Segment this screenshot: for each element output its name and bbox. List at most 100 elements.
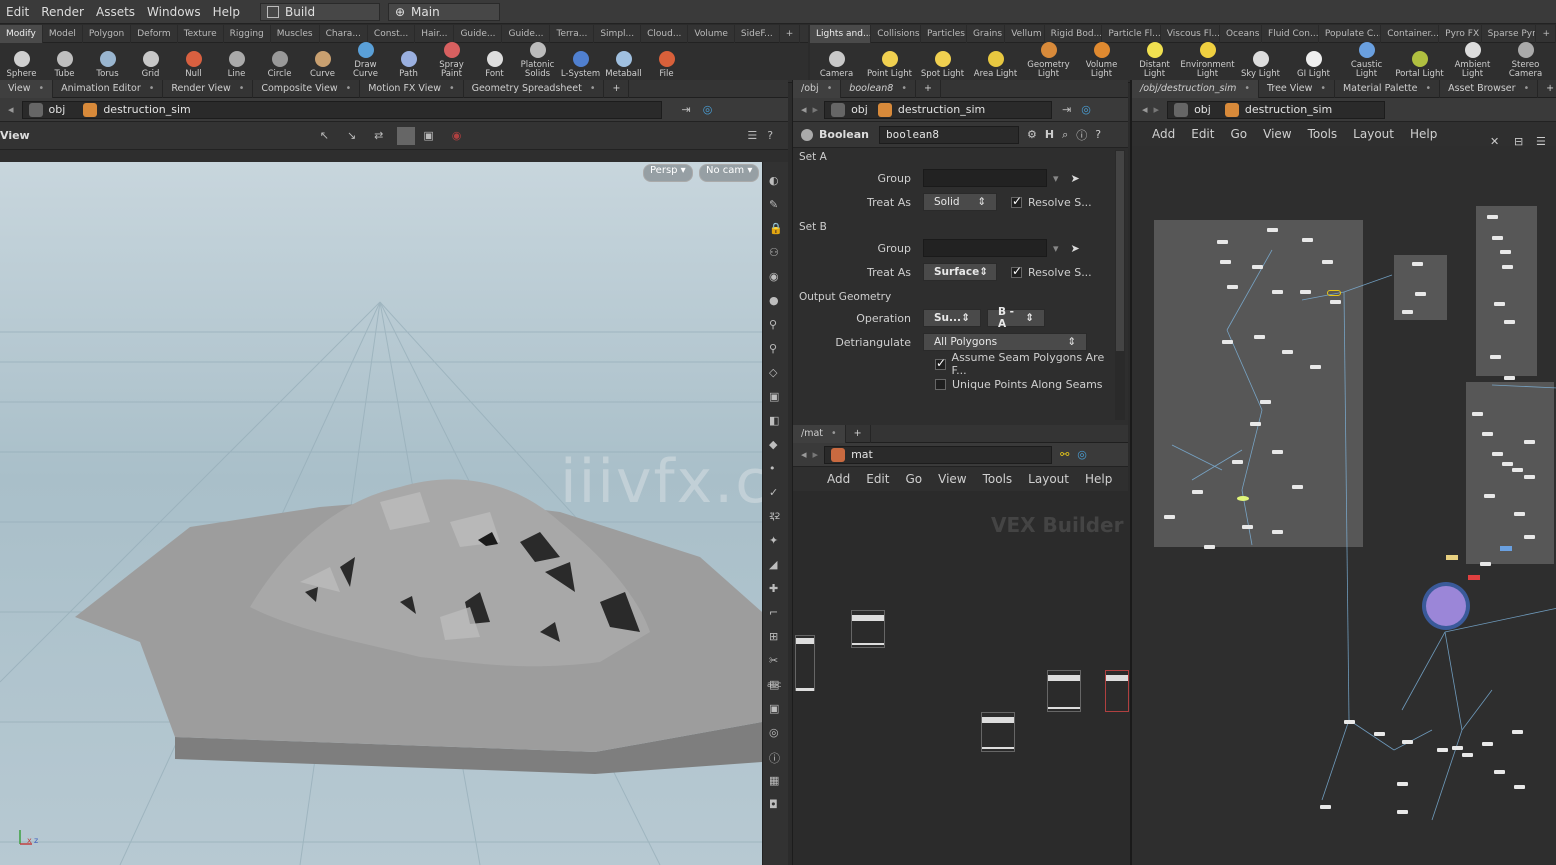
add-shelf-icon[interactable]: + xyxy=(1536,24,1556,43)
camera-menu[interactable]: No cam ▾ xyxy=(699,164,760,182)
close-icon[interactable]: • xyxy=(831,428,837,439)
network-node[interactable] xyxy=(1260,400,1271,404)
shelf-tool[interactable]: Sky Light xyxy=(1234,42,1287,82)
network-menu-item[interactable]: Tools xyxy=(975,472,1021,486)
shelf-tab[interactable]: Pyro FX xyxy=(1439,24,1482,43)
close-icon[interactable]: • xyxy=(901,83,907,94)
viewport-side-tool-icon[interactable]: ▤ xyxy=(769,678,779,691)
set-a-treat-menu[interactable]: Solid ⇕ xyxy=(923,193,997,211)
back-icon[interactable]: ◂ xyxy=(801,103,807,116)
shelf-tab[interactable]: Texture xyxy=(178,24,224,43)
network-node[interactable] xyxy=(1494,302,1505,306)
add-tab-icon[interactable]: + xyxy=(916,79,941,98)
shelf-tool[interactable]: Null xyxy=(172,42,215,82)
network-node[interactable] xyxy=(1272,290,1283,294)
network-menu-item[interactable]: Add xyxy=(1144,127,1183,141)
network-node[interactable] xyxy=(1292,485,1303,489)
network-menu-item[interactable]: Layout xyxy=(1020,472,1077,486)
network-node[interactable] xyxy=(1242,525,1253,529)
record-icon[interactable]: ◉ xyxy=(452,129,462,142)
network-menu-item[interactable]: Edit xyxy=(858,472,897,486)
detriangulate-menu[interactable]: All Polygons ⇕ xyxy=(923,333,1087,351)
viewport-side-tool-icon[interactable]: ◎ xyxy=(769,726,779,739)
mat-path[interactable]: mat xyxy=(824,445,1053,464)
close-icon[interactable]: • xyxy=(590,83,596,94)
viewport-side-tool-icon[interactable]: 🔒 xyxy=(769,222,783,235)
viewport-side-tool-icon[interactable]: ◐ xyxy=(769,174,779,187)
material-node[interactable] xyxy=(1047,670,1081,712)
dropdown-icon[interactable]: ▾ xyxy=(1053,242,1059,255)
network-node[interactable] xyxy=(1272,450,1283,454)
shelf-tool[interactable]: Geometry Light xyxy=(1022,42,1075,82)
viewport-side-tool-icon[interactable]: ● xyxy=(769,294,779,307)
network-node[interactable] xyxy=(1502,462,1513,466)
network-node[interactable] xyxy=(1374,732,1385,736)
viewport-side-tool-icon[interactable]: ✦ xyxy=(769,534,778,547)
viewport-side-tool-icon[interactable]: ◉ xyxy=(769,270,779,283)
list-icon[interactable]: ☰ xyxy=(1536,135,1546,148)
network-menu-item[interactable]: Edit xyxy=(1183,127,1222,141)
network-path[interactable]: obj destruction_sim xyxy=(1167,100,1386,119)
shelf-tool[interactable]: GI Light xyxy=(1287,42,1340,82)
network-node[interactable] xyxy=(1490,355,1501,359)
shelf-tab[interactable]: Hair... xyxy=(415,24,455,43)
viewport-side-tool-icon[interactable]: ✚ xyxy=(769,582,778,595)
h-icon[interactable]: H xyxy=(1045,128,1054,141)
help-icon[interactable]: ? xyxy=(1095,128,1101,141)
shelf-tab[interactable]: Vellum xyxy=(1005,24,1045,43)
viewport-side-tool-icon[interactable]: ⊞ xyxy=(769,630,778,643)
blue-node[interactable] xyxy=(1500,546,1512,551)
network-node[interactable] xyxy=(1344,720,1355,724)
shelf-tool[interactable]: Draw Curve xyxy=(344,42,387,82)
shelf-tool[interactable]: Distant Light xyxy=(1128,42,1181,82)
network-menu-item[interactable]: Tools xyxy=(1300,127,1346,141)
network-node[interactable] xyxy=(1192,490,1203,494)
shelf-tab[interactable]: Muscles xyxy=(271,24,320,43)
shelf-tool[interactable]: Spray Paint xyxy=(430,42,473,82)
viewport-tab[interactable]: Render View • xyxy=(163,79,254,98)
dropdown-icon[interactable]: ▾ xyxy=(1053,172,1059,185)
tab-destruction-sim[interactable]: /obj/destruction_sim • xyxy=(1132,79,1259,98)
network-node[interactable] xyxy=(1482,432,1493,436)
network-node[interactable] xyxy=(1254,335,1265,339)
material-node[interactable] xyxy=(795,635,815,691)
shelf-tool[interactable]: Portal Light xyxy=(1393,42,1446,82)
shelf-tab[interactable]: Rigging xyxy=(224,24,271,43)
viewport-side-tool-icon[interactable]: ⌐ xyxy=(769,606,778,619)
network-node[interactable] xyxy=(1310,365,1321,369)
shelf-tool[interactable]: Tube xyxy=(43,42,86,82)
shelf-tab[interactable]: Terra... xyxy=(550,24,595,43)
network-node[interactable] xyxy=(1227,285,1238,289)
material-node[interactable] xyxy=(851,610,885,648)
close-icon[interactable]: • xyxy=(346,83,352,94)
shelf-tool[interactable]: Spot Light xyxy=(916,42,969,82)
menu-render[interactable]: Render xyxy=(35,5,90,19)
network-node[interactable] xyxy=(1267,228,1278,232)
network-node[interactable] xyxy=(1524,535,1535,539)
back-icon[interactable]: ◂ xyxy=(8,103,14,116)
shelf-tab[interactable]: Particle Fl... xyxy=(1102,24,1161,43)
select-tool-icon[interactable]: ↖ xyxy=(320,129,329,142)
search-icon[interactable]: ⌕ xyxy=(1062,128,1068,142)
shelf-tab[interactable]: Guide... xyxy=(502,24,551,43)
viewport-tab[interactable]: Motion FX View • xyxy=(360,79,464,98)
active-display-node[interactable] xyxy=(1237,496,1249,501)
shelf-tool[interactable]: Volume Light xyxy=(1075,42,1128,82)
operation-menu[interactable]: Su... ⇕ xyxy=(923,309,981,327)
viewport-side-tool-icon[interactable]: ◆ xyxy=(769,438,777,451)
network-node[interactable] xyxy=(1524,440,1535,444)
viewport-tab[interactable]: Composite View • xyxy=(253,79,361,98)
menu-edit[interactable]: Edit xyxy=(0,5,35,19)
network-node[interactable] xyxy=(1472,412,1483,416)
help-icon[interactable]: ? xyxy=(767,129,773,142)
shelf-tool[interactable]: Torus xyxy=(86,42,129,82)
network-node[interactable] xyxy=(1300,290,1311,294)
shelf-tool[interactable]: Path xyxy=(387,42,430,82)
network-menu-item[interactable]: View xyxy=(930,472,974,486)
viewport-side-tool-icon[interactable]: ◧ xyxy=(769,414,779,427)
back-icon[interactable]: ◂ xyxy=(801,448,807,461)
network-node[interactable] xyxy=(1524,475,1535,479)
tab-obj[interactable]: /obj • xyxy=(793,79,842,98)
shelf-tab[interactable]: Populate C... xyxy=(1319,24,1382,43)
unique-points-checkbox[interactable] xyxy=(935,378,946,390)
